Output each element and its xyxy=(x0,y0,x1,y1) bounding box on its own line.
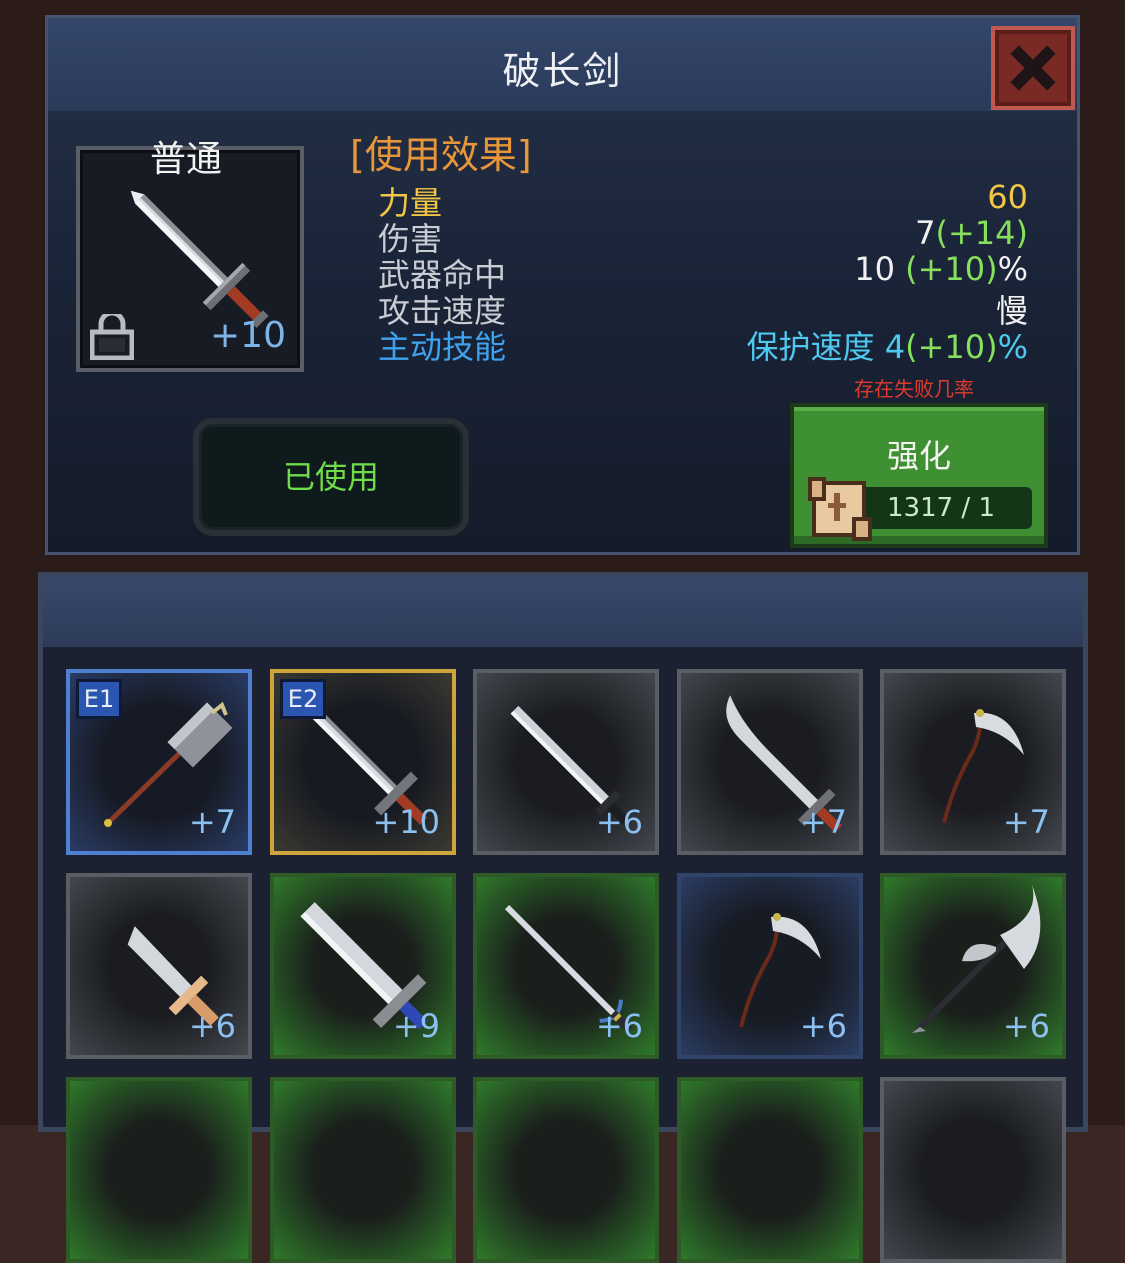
inventory-slot[interactable] xyxy=(473,1077,659,1263)
enhance-level: +6 xyxy=(595,1007,643,1045)
stat-value: 7(+14) xyxy=(915,214,1028,252)
equipped-button[interactable]: 已使用 xyxy=(193,418,469,536)
inventory-header xyxy=(43,577,1083,647)
inventory-slot[interactable] xyxy=(66,1077,252,1263)
enhance-level: +7 xyxy=(1002,803,1050,841)
enhance-level: +9 xyxy=(392,1007,440,1045)
stat-row: 伤害 7(+14) xyxy=(378,214,1028,258)
equip-badge: E2 xyxy=(280,679,326,719)
close-button[interactable] xyxy=(991,26,1075,110)
enhance-button[interactable]: 强化 1317 / 1 xyxy=(790,403,1048,548)
inventory-slot[interactable] xyxy=(677,1077,863,1263)
inventory-slot[interactable]: +6 xyxy=(677,873,863,1059)
item-title: 破长剑 xyxy=(502,49,623,93)
inventory-slot[interactable]: E2 +10 xyxy=(270,669,456,855)
stat-value: 60 xyxy=(987,178,1028,216)
inventory-slot[interactable]: +6 xyxy=(473,669,659,855)
inventory-slot[interactable]: +9 xyxy=(270,873,456,1059)
effects-heading: [使用效果] xyxy=(350,133,532,177)
inventory-slot[interactable]: +7 xyxy=(880,669,1066,855)
stat-row: 主动技能 保护速度 4(+10)% xyxy=(378,322,1028,366)
stat-label: 主动技能 xyxy=(378,328,507,366)
enhance-level: +6 xyxy=(595,803,643,841)
item-detail-panel: 破长剑 +10 普通 [使用效果] 力量 60 伤害 7(+14) 武器命中 10 (+1… xyxy=(45,15,1080,555)
inventory-slot[interactable]: +6 xyxy=(473,873,659,1059)
inventory-slot[interactable]: +6 xyxy=(66,873,252,1059)
inventory-slot[interactable] xyxy=(270,1077,456,1263)
enhance-level: +7 xyxy=(799,803,847,841)
enhance-level: +6 xyxy=(799,1007,847,1045)
stat-value: 保护速度 4(+10)% xyxy=(746,328,1028,366)
enhance-level: +10 xyxy=(372,803,440,841)
enhance-scroll-count: 1317 / 1 xyxy=(850,487,1032,529)
inventory-panel: E1 +7 E2 +10 +6 +7 +7 +6 +9 +6 +6 +6 xyxy=(38,572,1088,1263)
inventory-slot[interactable]: E1 +7 xyxy=(66,669,252,855)
stat-row: 力量 60 xyxy=(378,178,1028,222)
stat-row: 武器命中 10 (+10)% xyxy=(378,250,1028,294)
scroll-icon xyxy=(808,477,872,541)
inventory-slot[interactable]: +6 xyxy=(880,873,1066,1059)
enhance-label: 强化 xyxy=(886,437,951,475)
enhance-level: +6 xyxy=(1002,1007,1050,1045)
enhance-level: +7 xyxy=(188,803,236,841)
stat-value: 10 (+10)% xyxy=(854,250,1028,288)
item-enhance-level: +10 xyxy=(210,315,286,356)
enhance-level: +6 xyxy=(188,1007,236,1045)
stat-row: 攻击速度慢 xyxy=(378,286,1028,330)
lock-icon xyxy=(90,314,134,360)
fail-warning: 存在失败几率 xyxy=(854,377,974,401)
inventory-slot[interactable] xyxy=(880,1077,1066,1263)
inventory-slot[interactable]: +7 xyxy=(677,669,863,855)
equip-badge: E1 xyxy=(76,679,122,719)
rarity-label: 普通 xyxy=(149,139,222,180)
